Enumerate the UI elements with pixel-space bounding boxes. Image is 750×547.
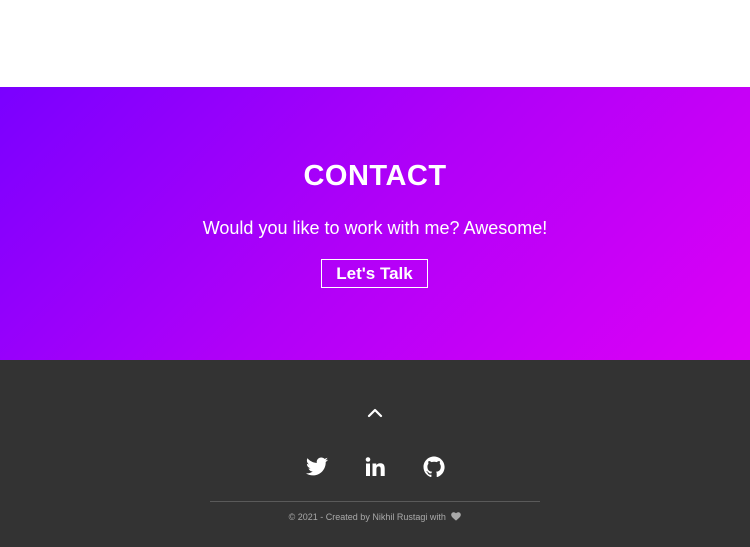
twitter-link[interactable] [305,455,329,479]
footer-divider [210,501,540,502]
contact-title: CONTACT [303,160,447,192]
lets-talk-button[interactable]: Let's Talk [321,259,428,288]
footer: © 2021 - Created by Nikhil Rustagi with [0,360,750,547]
top-blank-area [0,0,750,87]
github-icon [423,456,445,478]
github-link[interactable] [422,455,446,479]
chevron-up-icon [367,408,383,418]
social-links [0,455,750,479]
copyright-label: © 2021 - Created by Nikhil Rustagi with [288,512,446,522]
linkedin-link[interactable] [363,455,387,479]
copyright-text: © 2021 - Created by Nikhil Rustagi with [0,510,750,525]
linkedin-icon [365,457,385,476]
scroll-to-top-button[interactable] [367,405,383,418]
twitter-icon [306,457,328,476]
heart-icon [451,511,462,525]
contact-subtitle: Would you like to work with me? Awesome! [202,218,548,238]
contact-section: CONTACT Would you like to work with me? … [0,87,750,360]
